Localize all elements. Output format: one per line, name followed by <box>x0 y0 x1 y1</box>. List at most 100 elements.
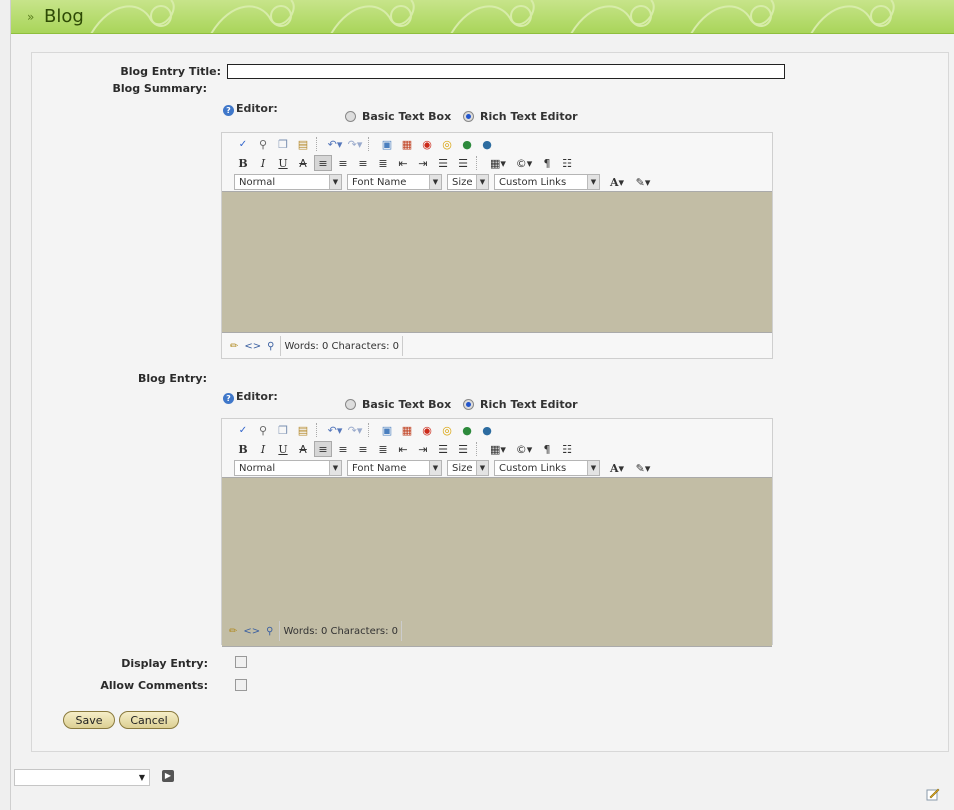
ordered-list-icon[interactable]: ☰ <box>434 155 452 171</box>
font-size-select[interactable]: Size ▼ <box>447 174 489 190</box>
rich-text-radio[interactable] <box>463 399 475 410</box>
paragraph-icon[interactable]: ¶ <box>538 155 556 171</box>
page-header: » Blog <box>11 0 954 34</box>
font-color-icon[interactable]: A▾ <box>605 174 629 190</box>
save-button[interactable]: Save <box>63 711 115 729</box>
highlight-color-icon[interactable]: ✎▾ <box>631 174 655 190</box>
paste-icon[interactable]: ▤ <box>294 136 312 152</box>
italic-icon[interactable]: I <box>254 155 272 171</box>
strikethrough-icon[interactable]: A <box>294 441 312 457</box>
summary-rich-text-editor: ✓ ⚲ ❐ ▤ ↶▾ ↷▾ ▣ ▦ ◉ ◎ ● ● B I U A ≡ ≡ ≡ … <box>221 132 773 359</box>
indent-icon[interactable]: ⇥ <box>414 441 432 457</box>
align-center-icon[interactable]: ≡ <box>334 441 352 457</box>
paragraph-icon[interactable]: ¶ <box>538 441 556 457</box>
symbol-icon[interactable]: ©▾ <box>512 155 536 171</box>
preview-mode-icon[interactable]: ⚲ <box>266 626 273 637</box>
align-right-icon[interactable]: ≡ <box>354 441 372 457</box>
design-mode-icon[interactable]: ✏ <box>230 341 238 352</box>
undo-icon[interactable]: ↶▾ <box>326 422 344 438</box>
design-mode-icon[interactable]: ✏ <box>229 626 237 637</box>
outdent-icon[interactable]: ⇤ <box>394 155 412 171</box>
justify-icon[interactable]: ≣ <box>374 155 392 171</box>
editor-status-bar: ✏ <> ⚲ Words: 0 Characters: 0 <box>222 335 403 357</box>
bold-icon[interactable]: B <box>234 441 252 457</box>
page-action-select[interactable]: ▼ <box>14 769 150 786</box>
unordered-list-icon[interactable]: ☰ <box>454 155 472 171</box>
basic-text-radio[interactable] <box>345 399 356 410</box>
align-center-icon[interactable]: ≡ <box>334 155 352 171</box>
copy-icon[interactable]: ❐ <box>274 136 292 152</box>
toolbar-separator <box>368 423 374 437</box>
preview-mode-icon[interactable]: ⚲ <box>267 341 274 352</box>
spellcheck-icon[interactable]: ✓ <box>234 136 252 152</box>
spellcheck-icon[interactable]: ✓ <box>234 422 252 438</box>
find-icon[interactable]: ⚲ <box>254 136 272 152</box>
media-icon[interactable]: ▦ <box>398 422 416 438</box>
font-color-icon[interactable]: A▾ <box>605 460 629 476</box>
indent-icon[interactable]: ⇥ <box>414 155 432 171</box>
unlink-icon[interactable]: ● <box>478 136 496 152</box>
link-icon[interactable]: ● <box>458 422 476 438</box>
image-icon[interactable]: ▣ <box>378 136 396 152</box>
summary-editor-toggle: Basic Text Box Rich Text Editor <box>345 110 586 123</box>
basic-text-radio[interactable] <box>345 111 356 122</box>
strikethrough-icon[interactable]: A <box>294 155 312 171</box>
cancel-button[interactable]: Cancel <box>119 711 179 729</box>
toolbar-row-2: B I U A ≡ ≡ ≡ ≣ ⇤ ⇥ ☰ ☰ ▦▾ ©▾ ¶ ☷ <box>222 154 772 172</box>
basic-text-label: Basic Text Box <box>362 110 452 123</box>
special-icon[interactable]: ◎ <box>438 136 456 152</box>
html-mode-icon[interactable]: <> <box>244 341 261 352</box>
media-icon[interactable]: ▦ <box>398 136 416 152</box>
format-select[interactable]: Normal ▼ <box>234 174 342 190</box>
find-icon[interactable]: ⚲ <box>254 422 272 438</box>
italic-icon[interactable]: I <box>254 441 272 457</box>
help-icon[interactable]: ? <box>223 393 234 404</box>
line-spacing-icon[interactable]: ☷ <box>558 441 576 457</box>
align-left-icon[interactable]: ≡ <box>314 155 332 171</box>
underline-icon[interactable]: U <box>274 441 292 457</box>
align-left-icon[interactable]: ≡ <box>314 441 332 457</box>
link-icon[interactable]: ● <box>458 136 476 152</box>
symbol-icon[interactable]: ©▾ <box>512 441 536 457</box>
redo-icon[interactable]: ↷▾ <box>346 136 364 152</box>
unordered-list-icon[interactable]: ☰ <box>454 441 472 457</box>
toolbar-separator <box>316 137 322 151</box>
flash-icon[interactable]: ◉ <box>418 136 436 152</box>
ordered-list-icon[interactable]: ☰ <box>434 441 452 457</box>
rich-text-radio[interactable] <box>463 111 475 122</box>
go-icon[interactable]: ▶ <box>162 770 174 782</box>
table-icon[interactable]: ▦▾ <box>486 155 510 171</box>
copy-icon[interactable]: ❐ <box>274 422 292 438</box>
line-spacing-icon[interactable]: ☷ <box>558 155 576 171</box>
font-name-select[interactable]: Font Name ▼ <box>347 460 442 476</box>
entry-title-input[interactable] <box>227 64 785 79</box>
justify-icon[interactable]: ≣ <box>374 441 392 457</box>
outdent-icon[interactable]: ⇤ <box>394 441 412 457</box>
edit-page-icon[interactable] <box>926 787 940 801</box>
paste-icon[interactable]: ▤ <box>294 422 312 438</box>
undo-icon[interactable]: ↶▾ <box>326 136 344 152</box>
bold-icon[interactable]: B <box>234 155 252 171</box>
highlight-color-icon[interactable]: ✎▾ <box>631 460 655 476</box>
help-icon[interactable]: ? <box>223 105 234 116</box>
font-size-select[interactable]: Size ▼ <box>447 460 489 476</box>
html-mode-icon[interactable]: <> <box>243 626 260 637</box>
custom-links-select[interactable]: Custom Links ▼ <box>494 174 600 190</box>
underline-icon[interactable]: U <box>274 155 292 171</box>
image-icon[interactable]: ▣ <box>378 422 396 438</box>
display-entry-checkbox[interactable] <box>235 656 247 668</box>
align-right-icon[interactable]: ≡ <box>354 155 372 171</box>
toolbar-row-1: ✓ ⚲ ❐ ▤ ↶▾ ↷▾ ▣ ▦ ◉ ◎ ● ● <box>222 135 772 153</box>
format-select[interactable]: Normal ▼ <box>234 460 342 476</box>
custom-links-select[interactable]: Custom Links ▼ <box>494 460 600 476</box>
allow-comments-checkbox[interactable] <box>235 679 247 691</box>
special-icon[interactable]: ◎ <box>438 422 456 438</box>
display-entry-label: Display Entry: <box>121 657 208 670</box>
table-icon[interactable]: ▦▾ <box>486 441 510 457</box>
summary-edit-area[interactable] <box>222 191 772 333</box>
flash-icon[interactable]: ◉ <box>418 422 436 438</box>
page-title: Blog <box>44 6 84 27</box>
unlink-icon[interactable]: ● <box>478 422 496 438</box>
font-name-select[interactable]: Font Name ▼ <box>347 174 442 190</box>
redo-icon[interactable]: ↷▾ <box>346 422 364 438</box>
